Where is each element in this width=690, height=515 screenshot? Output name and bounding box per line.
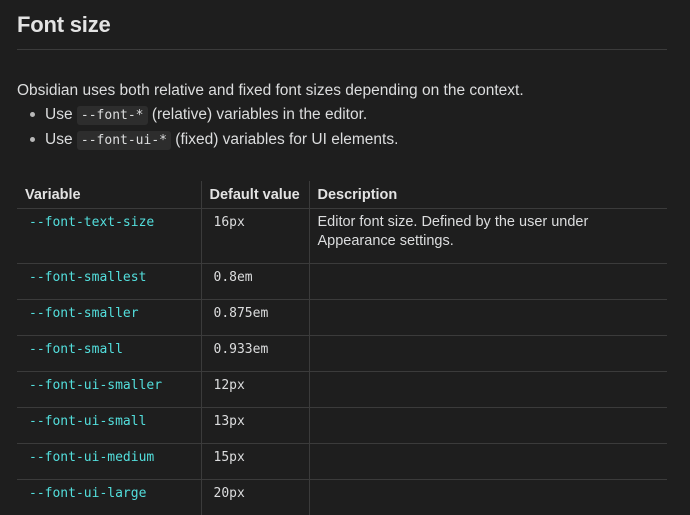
bullet-dot-icon (30, 137, 35, 142)
bullet-suffix: (relative) variables in the editor. (152, 106, 367, 123)
variable-cell: --font-ui-small (17, 408, 201, 444)
intro-paragraph: Obsidian uses both relative and fixed fo… (17, 82, 524, 100)
default-cell: 12px (201, 372, 309, 408)
column-header-variable: Variable (17, 181, 201, 209)
bullet-list: Use --font-* (relative) variables in the… (17, 102, 398, 152)
inline-code: --font-* (77, 106, 148, 125)
table-row: --font-ui-medium 15px (17, 444, 667, 480)
heading-divider (17, 49, 667, 50)
description-cell (309, 408, 667, 444)
default-cell: 0.933em (201, 336, 309, 372)
default-cell: 16px (201, 209, 309, 264)
description-cell (309, 264, 667, 300)
default-cell: 20px (201, 480, 309, 515)
table-row: --font-small 0.933em (17, 336, 667, 372)
variable-cell: --font-ui-large (17, 480, 201, 515)
table-header-row: Variable Default value Description (17, 181, 667, 209)
column-header-description: Description (309, 181, 667, 209)
bullet-item: Use --font-* (relative) variables in the… (17, 102, 398, 127)
variable-cell: --font-smaller (17, 300, 201, 336)
font-size-table: Variable Default value Description --fon… (17, 181, 667, 515)
bullet-suffix: (fixed) variables for UI elements. (175, 131, 398, 148)
default-cell: 0.8em (201, 264, 309, 300)
description-cell (309, 372, 667, 408)
description-cell (309, 300, 667, 336)
table-row: --font-smaller 0.875em (17, 300, 667, 336)
inline-code: --font-ui-* (77, 131, 171, 150)
default-cell: 0.875em (201, 300, 309, 336)
description-cell (309, 480, 667, 515)
default-cell: 15px (201, 444, 309, 480)
description-cell: Editor font size. Defined by the user un… (309, 209, 667, 264)
default-cell: 13px (201, 408, 309, 444)
variable-cell: --font-text-size (17, 209, 201, 264)
table-row: --font-ui-large 20px (17, 480, 667, 515)
table-row: --font-smallest 0.8em (17, 264, 667, 300)
variable-cell: --font-ui-medium (17, 444, 201, 480)
bullet-item: Use --font-ui-* (fixed) variables for UI… (17, 127, 398, 152)
column-header-default: Default value (201, 181, 309, 209)
variable-cell: --font-smallest (17, 264, 201, 300)
variable-cell: --font-ui-smaller (17, 372, 201, 408)
bullet-prefix: Use (45, 131, 73, 148)
description-cell (309, 444, 667, 480)
bullet-dot-icon (30, 112, 35, 117)
description-cell (309, 336, 667, 372)
variable-cell: --font-small (17, 336, 201, 372)
table-row: --font-ui-small 13px (17, 408, 667, 444)
table-row: --font-ui-smaller 12px (17, 372, 667, 408)
table-row: --font-text-size 16px Editor font size. … (17, 209, 667, 264)
bullet-prefix: Use (45, 106, 73, 123)
section-heading: Font size (17, 12, 111, 38)
